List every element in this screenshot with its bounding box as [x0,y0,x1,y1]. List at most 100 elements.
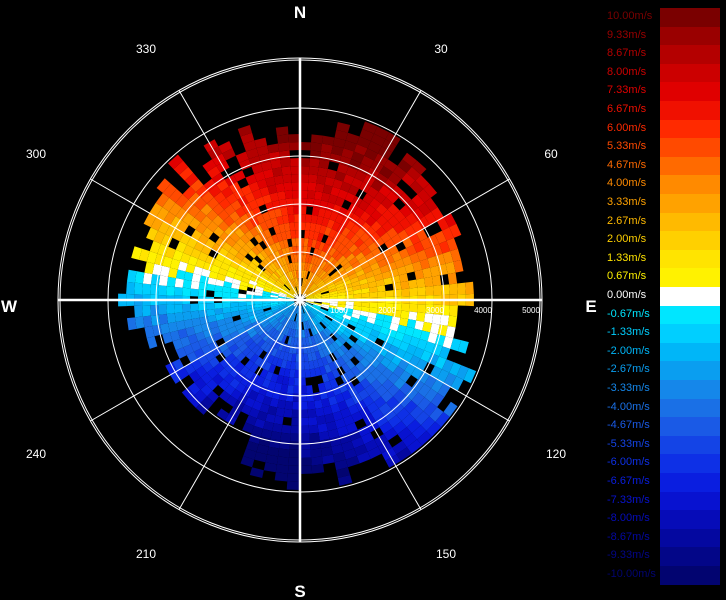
echo-cell [306,198,315,207]
echo-cell [286,385,295,394]
legend-swatch [660,361,720,380]
echo-cell [275,183,285,193]
echo-cell [281,424,292,434]
azimuth-label-150: 150 [436,547,456,561]
legend-label: -5.33m/s [607,437,650,450]
echo-cell [182,303,191,313]
azimuth-label-60: 60 [544,147,558,161]
echo-cell [307,182,317,192]
legend-label: 4.00m/s [607,177,647,190]
legend-label: -0.67m/s [607,307,650,320]
legend-row: -10.00m/s [605,566,720,585]
echo-cell [278,142,290,152]
echo-cell [276,456,289,466]
echo-cell [198,289,207,297]
echo-cell [300,441,311,450]
legend-label: 10.00m/s [607,10,653,22]
range-label-1000: 1000 [330,306,348,315]
echo-cell [285,393,294,402]
echo-cell [288,214,295,223]
legend-swatch [660,342,720,362]
legend-row: -4.67m/s [605,417,720,436]
echo-cell [276,134,289,144]
echo-cell [400,310,410,320]
echo-cell [300,142,312,151]
legend-row: -6.00m/s [605,454,720,473]
echo-cell [280,432,291,442]
legend-row: 0.67m/s [605,268,720,287]
azimuth-label-210: 210 [136,547,156,561]
legend-label: 0.00m/s [607,289,647,301]
echo-cell [174,286,183,296]
echo-cell [249,467,264,479]
echo-cell [300,449,312,458]
legend-swatch [660,547,720,566]
legend-label: 2.00m/s [607,233,647,246]
echo-cell [449,283,458,295]
legend-row: 6.00m/s [605,119,720,139]
echo-cell [126,317,137,331]
legend-label: 5.33m/s [607,140,647,153]
echo-cell [142,305,151,317]
legend-swatch [660,231,720,250]
azimuth-label-120: 120 [546,447,566,461]
echo-cell [311,456,324,466]
echo-cell [273,415,284,425]
echo-cell [174,278,184,288]
echo-cell [308,174,318,184]
echo-cell [309,440,321,450]
echo-cell [307,401,316,410]
legend-row: 4.00m/s [605,175,720,194]
echo-cell [433,285,442,296]
legend-label: -3.33m/s [607,382,650,394]
range-label-4000: 4000 [474,306,492,315]
legend-swatch [660,8,720,27]
radar-ppi-display: N S E W 30 60 120 150 210 240 300 330 10… [1,3,597,600]
echo-cell [465,281,474,295]
legend-swatch [660,380,720,399]
legend-swatch [660,45,720,64]
echo-cell [190,280,200,290]
azimuth-label-300: 300 [26,147,46,161]
echo-cell [286,481,300,490]
echo-cell [288,449,300,458]
echo-cell [369,291,378,298]
echo-cell [300,417,309,426]
legend-swatch [660,417,720,436]
legend-label: 9.33m/s [607,28,647,41]
echo-cell [238,293,247,299]
echo-cell [284,190,293,199]
legend-swatch [660,26,720,46]
echo-cell [315,407,325,417]
legend-label: 8.00m/s [607,65,647,78]
legend-swatch [660,510,720,529]
range-label-5000: 5000 [522,306,540,315]
echo-cell [214,291,223,298]
echo-cell [310,448,322,458]
legend-swatch [660,212,720,232]
echo-cell [385,290,394,297]
legend-row: -4.00m/s [605,398,720,418]
echo-cell [275,407,285,417]
legend-label: 1.33m/s [607,251,647,264]
legend-label: 2.67m/s [607,214,647,227]
legend-swatch [660,528,720,548]
echo-cell [317,167,328,177]
echo-cell [134,271,145,284]
echo-cell [309,432,320,442]
legend-label: -7.33m/s [607,493,650,506]
echo-cell [291,174,300,183]
echo-cell [150,284,159,296]
echo-cell [283,408,293,418]
echo-cell [308,424,319,434]
compass-east: E [585,297,596,316]
legend-row: -9.33m/s [605,547,720,566]
compass-north: N [294,3,306,22]
echo-cell [284,401,293,410]
legend-row: 6.67m/s [605,101,720,120]
echo-cell [283,182,293,192]
echo-cell [305,385,314,394]
echo-cell [369,302,378,309]
legend-row: 0.00m/s [605,287,720,306]
echo-cell [408,311,418,321]
